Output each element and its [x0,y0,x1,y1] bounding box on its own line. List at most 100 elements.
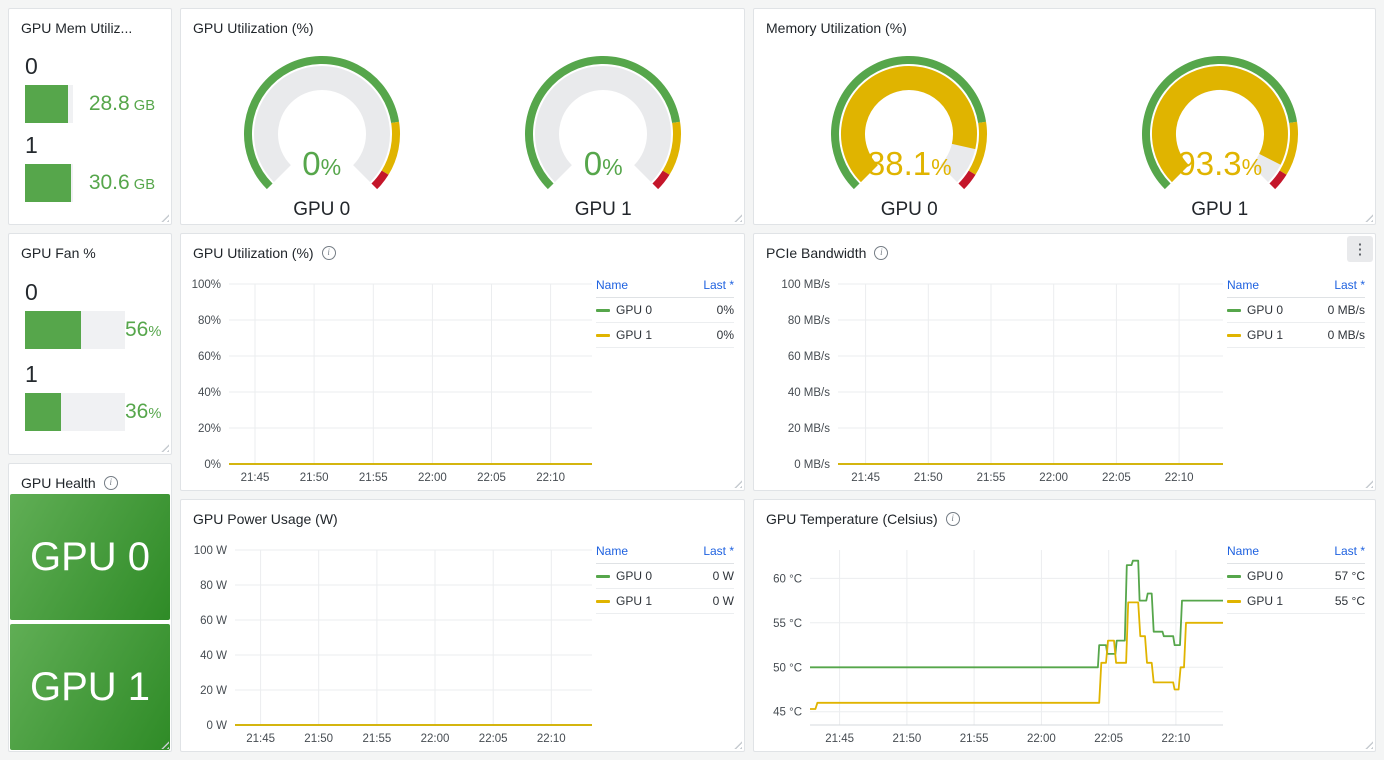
bar-gauge-label: 1 [25,132,38,159]
panel-header: GPU Power Usage (W) [181,500,744,532]
info-icon[interactable]: i [945,511,960,526]
bar-gauge-fill [25,164,72,203]
panel-title[interactable]: GPU Temperature (Celsius) [766,511,938,527]
panel-header: GPU Health i [9,464,171,496]
legend-name-header[interactable]: Name [596,278,628,292]
stat-tiles: GPU 0 GPU 1 [10,494,170,750]
panel-title[interactable]: PCIe Bandwidth [766,245,866,261]
series-last-value: 0% [716,328,734,342]
svg-text:60 W: 60 W [200,615,227,627]
series-name[interactable]: GPU 0 [1247,569,1329,583]
series-last-value: 0% [716,303,734,317]
svg-text:22:00: 22:00 [418,472,447,484]
series-swatch [1227,599,1241,603]
svg-text:0 MB/s: 0 MB/s [794,459,830,471]
svg-text:45 °C: 45 °C [773,707,802,719]
series-last-value: 0 MB/s [1327,328,1365,342]
chart-legend: Name Last * GPU 0 57 °C GPU 1 55 °C [1227,542,1365,614]
panel-title[interactable]: GPU Utilization (%) [193,20,314,36]
panel-gpu-health: GPU Health i GPU 0 GPU 1 [8,463,172,752]
gauge-label: GPU 0 [880,199,938,220]
series-name[interactable]: GPU 0 [1247,303,1322,317]
panel-title[interactable]: Memory Utilization (%) [766,20,907,36]
gauge-label: GPU 0 [293,199,351,220]
panel-gpu-fan: GPU Fan % 0 56% 1 36% [8,233,172,455]
panel-gpu-utilization-gauges: GPU Utilization (%) 0% GPU 0 0% GPU 1 [180,8,745,225]
series-name[interactable]: GPU 1 [616,594,707,608]
series-last-value: 55 °C [1334,594,1365,608]
legend-row-gpu0[interactable]: GPU 0 57 °C [1227,564,1365,589]
svg-text:60 MB/s: 60 MB/s [788,351,830,363]
panel-menu-icon[interactable]: ⋮ [1347,236,1373,262]
legend-last-header[interactable]: Last * [703,544,734,558]
panel-header: PCIe Bandwidth i [754,234,1375,266]
legend-row-gpu1[interactable]: GPU 1 0 W [596,589,734,614]
info-icon[interactable]: i [321,245,336,260]
svg-text:21:45: 21:45 [825,733,854,745]
legend-row-gpu1[interactable]: GPU 1 0 MB/s [1227,323,1365,348]
panel-memory-utilization-gauges: Memory Utilization (%) 88.1% GPU 0 93.3%… [753,8,1376,225]
series-last-value: 0 MB/s [1327,303,1365,317]
panel-title[interactable]: GPU Mem Utiliz... [21,20,132,36]
panel-title[interactable]: GPU Power Usage (W) [193,511,338,527]
svg-text:21:55: 21:55 [960,733,989,745]
panel-title[interactable]: GPU Health [21,475,96,491]
legend-last-header[interactable]: Last * [1334,278,1365,292]
legend-name-header[interactable]: Name [1227,544,1259,558]
series-name[interactable]: GPU 1 [1247,328,1322,342]
bar-gauge-label: 1 [25,360,38,387]
info-icon[interactable]: i [874,245,889,260]
legend-row-gpu1[interactable]: GPU 1 0% [596,323,734,348]
panel-title[interactable]: GPU Fan % [21,245,96,261]
legend-name-header[interactable]: Name [596,544,628,558]
svg-text:21:45: 21:45 [851,472,880,484]
legend-name-header[interactable]: Name [1227,278,1259,292]
svg-text:22:05: 22:05 [479,733,508,745]
series-name[interactable]: GPU 1 [1247,594,1329,608]
bar-gauge-value: 30.6 GB [88,171,155,195]
stat-tile-gpu1: GPU 1 [10,624,170,750]
gauge-label: GPU 1 [574,199,632,220]
info-icon[interactable]: i [103,475,118,490]
svg-text:22:00: 22:00 [1039,472,1068,484]
legend-last-header[interactable]: Last * [703,278,734,292]
panel-header: GPU Fan % [9,234,171,266]
chart-legend: Name Last * GPU 0 0% GPU 1 0% [596,276,734,348]
svg-text:55 °C: 55 °C [773,618,802,630]
legend-last-header[interactable]: Last * [1334,544,1365,558]
resize-handle[interactable] [160,443,169,452]
series-name[interactable]: GPU 1 [616,328,711,342]
series-swatch [1227,308,1241,312]
resize-handle[interactable] [160,213,169,222]
panel-header: GPU Utilization (%) [181,9,744,41]
panel-gpu-power-usage: GPU Power Usage (W) 0 W 20 W 40 W 60 W 80 W 1… [180,499,745,752]
svg-text:21:55: 21:55 [363,733,392,745]
svg-text:0%: 0% [204,459,221,471]
panel-header: GPU Utilization (%) i [181,234,744,266]
legend-row-gpu1[interactable]: GPU 1 55 °C [1227,589,1365,614]
bar-gauge-track [25,164,73,203]
panel-title[interactable]: GPU Utilization (%) [193,245,314,261]
svg-text:40 MB/s: 40 MB/s [788,387,830,399]
bar-gauge-track [25,84,73,123]
svg-text:20%: 20% [198,423,221,435]
bar-gauge-item-gpu0: 0 56% [25,279,161,350]
series-name[interactable]: GPU 0 [616,303,711,317]
svg-text:22:10: 22:10 [536,472,565,484]
bar-gauge-value: 28.8 GB [88,91,155,115]
svg-text:80 W: 80 W [200,580,227,592]
bar-gauge-fill [25,392,61,431]
legend-row-gpu0[interactable]: GPU 0 0 MB/s [1227,298,1365,323]
bar-gauge-item-gpu0: 0 28.8 GB [25,53,155,123]
series-name[interactable]: GPU 0 [616,569,707,583]
panel-gpu-temperature: GPU Temperature (Celsius) i 45 °C 50 °C 55… [753,499,1376,752]
bar-gauge-label: 0 [25,52,38,79]
bar-gauge-value: 36% [125,399,162,423]
gauge-value: 0% [583,145,623,182]
legend-row-gpu0[interactable]: GPU 0 0% [596,298,734,323]
svg-text:22:00: 22:00 [421,733,450,745]
svg-text:100 W: 100 W [194,545,227,557]
svg-text:0 W: 0 W [207,720,228,732]
chart-legend: Name Last * GPU 0 0 W GPU 1 0 W [596,542,734,614]
legend-row-gpu0[interactable]: GPU 0 0 W [596,564,734,589]
